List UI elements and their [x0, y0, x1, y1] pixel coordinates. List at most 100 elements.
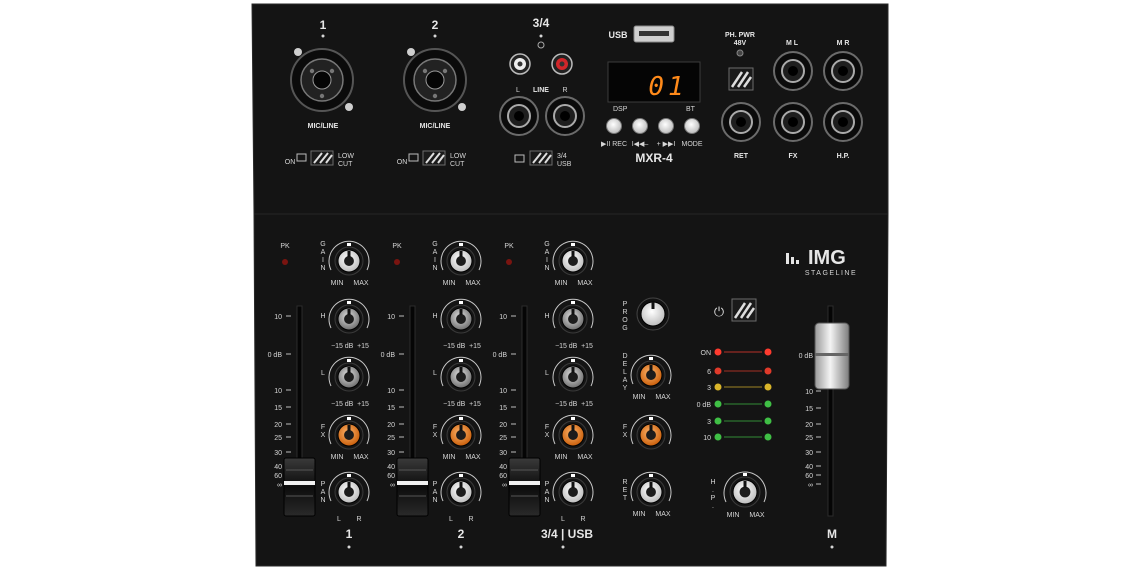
fader-scale-1-2: 10	[274, 388, 282, 395]
fader-scale-3-9: ∞	[502, 482, 507, 489]
ret-jack[interactable]	[721, 102, 761, 142]
fx-send-knob-2-max-label: MAX	[465, 454, 481, 461]
eq-l-minus-2: −15	[443, 401, 455, 408]
l-label-1: L	[321, 370, 325, 377]
rec-label: ▶II REC	[601, 141, 627, 148]
fader-scale-2-6: 30	[387, 450, 395, 457]
fader-scale-3-5: 25	[499, 435, 507, 442]
fader-scale-3-2: 10	[499, 388, 507, 395]
meter-label-1: 6	[707, 369, 711, 376]
fx-label-3: FX	[545, 424, 550, 439]
usb-port[interactable]	[633, 25, 675, 43]
ret-knob-min-label: MIN	[633, 511, 646, 518]
pan-label-3: PAN	[544, 481, 549, 504]
meter-led-r-2	[764, 383, 772, 391]
eq-h-minus-1: −15	[331, 343, 343, 350]
combo-jack-1[interactable]	[290, 48, 354, 112]
brand-sub: STAGELINE	[805, 270, 857, 277]
l-label-2: L	[433, 370, 437, 377]
fader-scale-1-9: ∞	[277, 482, 282, 489]
line-jack-l[interactable]	[499, 96, 539, 136]
mode-label: MODE	[682, 141, 703, 148]
next-label: + ▶▶I	[657, 141, 676, 148]
channel-fader-3[interactable]	[508, 457, 541, 517]
fader-scale-2-5: 25	[387, 435, 395, 442]
out-jack-ml[interactable]	[773, 51, 813, 91]
eq-h-minus-3: −15	[555, 343, 567, 350]
master-fader[interactable]	[814, 322, 850, 390]
mr-label: M R	[837, 40, 850, 47]
fader-scale-1-4: 20	[274, 422, 282, 429]
out-jack-mr[interactable]	[823, 51, 863, 91]
pk-label-1: PK	[280, 243, 290, 250]
fx-label-2: FX	[433, 424, 438, 439]
eq-h-db-3: dB	[569, 343, 578, 350]
delay-knob-min-label: MIN	[633, 394, 646, 401]
eq-l-minus-3: −15	[555, 401, 567, 408]
channel-fader-1[interactable]	[283, 457, 316, 517]
line-l-label: L	[516, 87, 520, 94]
eq-l-minus-1: −15	[331, 401, 343, 408]
master-label: M	[827, 527, 837, 541]
eq-l-plus-3: +15	[581, 401, 593, 408]
model-label: MXR-4	[635, 151, 673, 165]
ret-knob-max-label: MAX	[655, 511, 671, 518]
phantom-led	[736, 49, 744, 57]
h-label-1: H	[320, 313, 325, 320]
fx-label-1: FX	[321, 424, 326, 439]
master-scale-6: 40	[805, 464, 813, 471]
delay-knob-max-label: MAX	[655, 394, 671, 401]
pk-led-1	[282, 259, 288, 265]
line-label: LINE	[533, 87, 549, 94]
fader-scale-2-4: 20	[387, 422, 395, 429]
pan-l-3: L	[561, 516, 565, 523]
lowcut-label-1b: CUT	[338, 161, 353, 168]
dsp-switch[interactable]	[731, 298, 757, 322]
phantom-label-2: 48V	[734, 40, 747, 47]
gain-knob-1-max-label: MAX	[353, 280, 369, 287]
next-button[interactable]	[658, 118, 674, 134]
on-label-2: ON	[397, 159, 408, 166]
channel-fader-2[interactable]	[396, 457, 429, 517]
src-label-usb: USB	[557, 161, 572, 168]
fader-scale-1-5: 25	[274, 435, 282, 442]
on-label-1: ON	[285, 159, 296, 166]
rec-button[interactable]	[606, 118, 622, 134]
fader-scale-2-7: 40	[387, 464, 395, 471]
pan-r-1: R	[356, 516, 361, 523]
master-scale-8: ∞	[808, 482, 813, 489]
fader-scale-2-8: 60	[387, 473, 395, 480]
phantom-switch[interactable]	[728, 67, 754, 91]
rca-jack-l[interactable]	[509, 53, 531, 75]
fx-jack[interactable]	[773, 102, 813, 142]
hp-jack[interactable]	[823, 102, 863, 142]
fader-scale-2-2: 10	[387, 388, 395, 395]
lowcut-label-2a: LOW	[450, 153, 466, 160]
pan-l-1: L	[337, 516, 341, 523]
combo-jack-2[interactable]	[403, 48, 467, 112]
meter-label-5: 10	[703, 435, 711, 442]
fx-send-knob-1-max-label: MAX	[353, 454, 369, 461]
prev-button[interactable]	[632, 118, 648, 134]
rca-jack-r[interactable]	[551, 53, 573, 75]
mode-button[interactable]	[684, 118, 700, 134]
fader-scale-1-6: 30	[274, 450, 282, 457]
pk-label-3: PK	[504, 243, 514, 250]
meter-led-r-5	[764, 433, 772, 441]
meter-led-l-0	[714, 348, 722, 356]
line-jack-r[interactable]	[545, 96, 585, 136]
gain-knob-3-min-label: MIN	[555, 280, 568, 287]
prog-knob[interactable]	[636, 297, 670, 331]
pan-label-2: PAN	[432, 481, 437, 504]
fx-master-label: FX	[623, 424, 628, 439]
src-label-34: 3/4	[557, 153, 567, 160]
pan-r-3: R	[580, 516, 585, 523]
h-label-3: H	[544, 313, 549, 320]
line-r-label: R	[562, 87, 567, 94]
eq-h-db-2: dB	[457, 343, 466, 350]
l-label-3: L	[545, 370, 549, 377]
ml-label: M L	[786, 40, 799, 47]
fader-scale-1-3: 15	[274, 405, 282, 412]
meter-led-r-4	[764, 417, 772, 425]
fader-scale-3-3: 15	[499, 405, 507, 412]
